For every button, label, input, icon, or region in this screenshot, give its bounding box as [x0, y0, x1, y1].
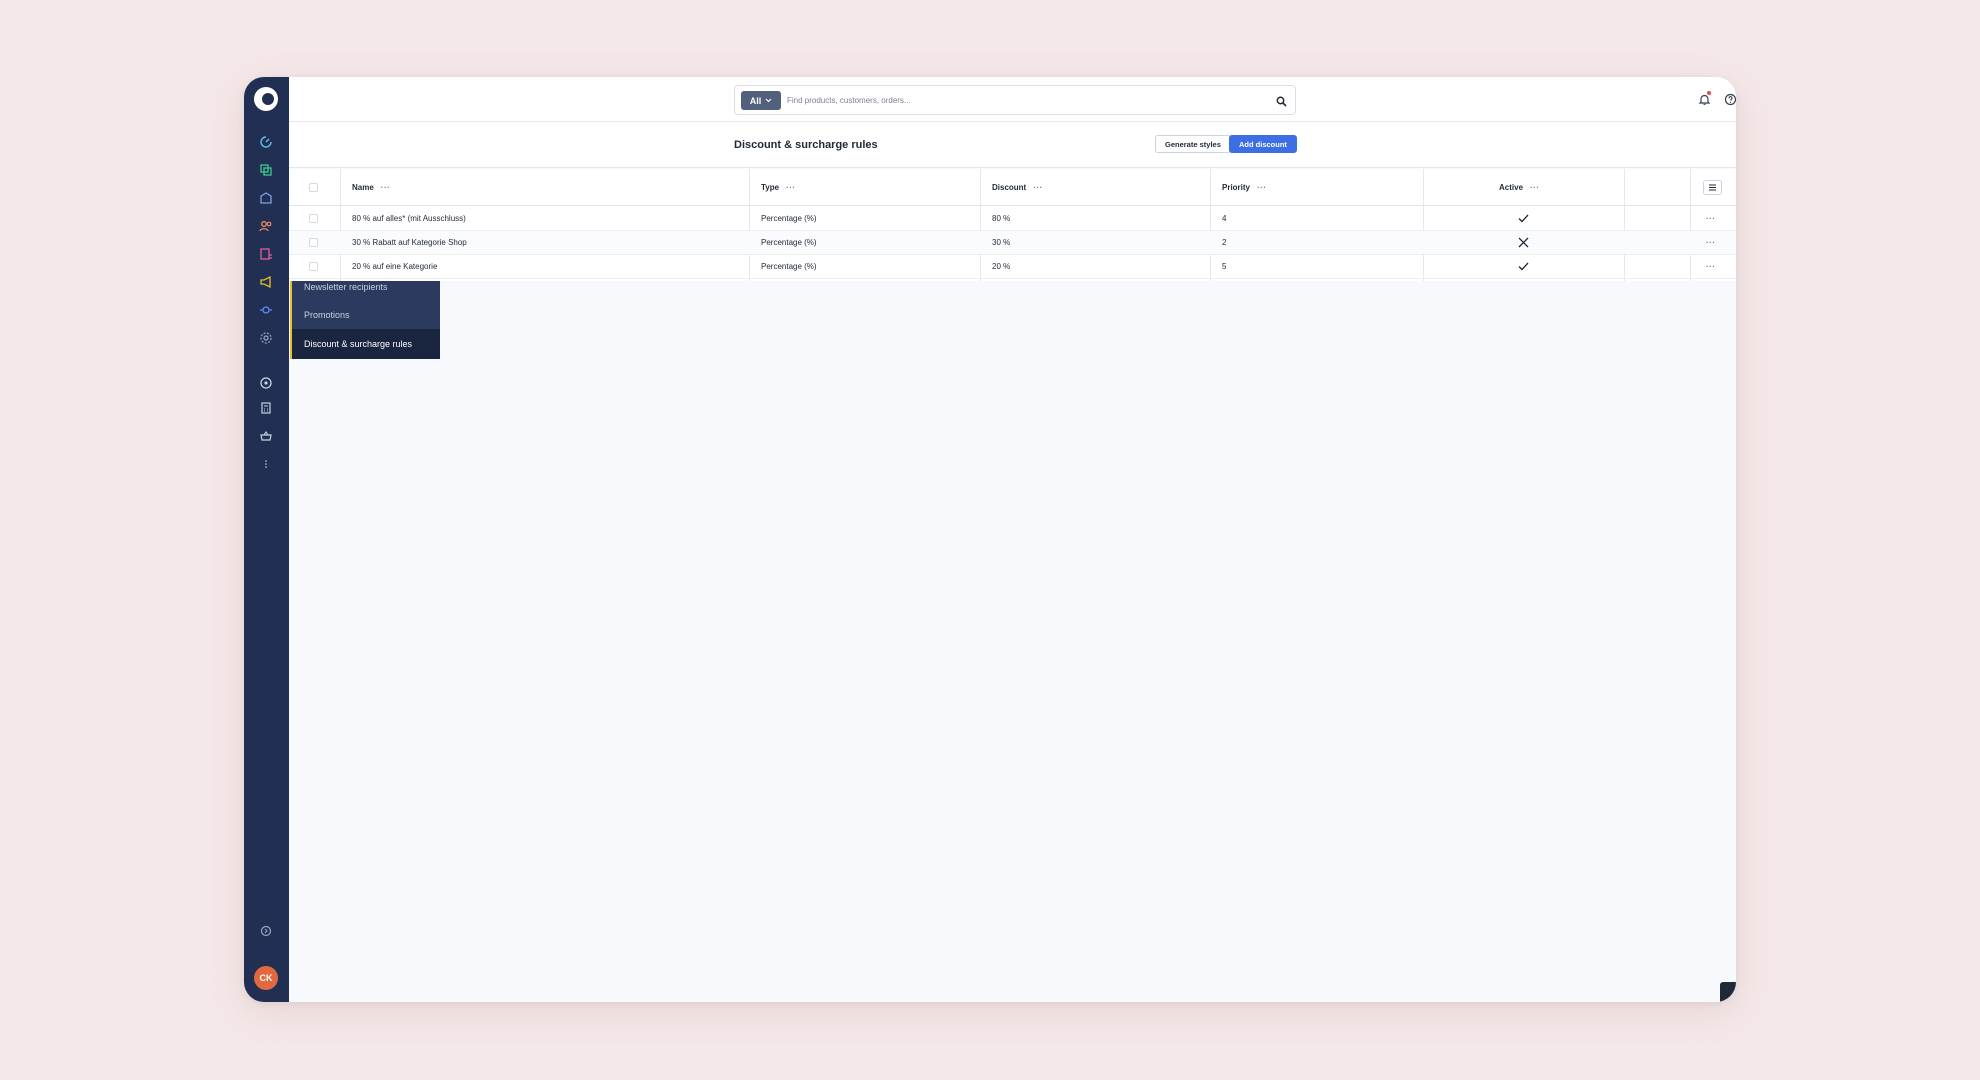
column-header-label: Type — [761, 182, 780, 192]
column-header-label: Active — [1499, 182, 1524, 192]
cell-priority: 4 — [1222, 213, 1227, 223]
cell-name[interactable]: 80 % auf alles* (mit Ausschluss) — [352, 206, 466, 230]
more-vertical-icon[interactable] — [257, 455, 275, 473]
column-options-icon[interactable]: ··· — [1033, 183, 1043, 192]
collapse-sidebar-icon[interactable] — [257, 922, 275, 940]
content-icon[interactable] — [257, 245, 275, 263]
column-header-priority[interactable]: Priority ··· — [1222, 169, 1267, 205]
column-options-icon[interactable]: ··· — [1257, 183, 1267, 192]
cell-priority: 2 — [1222, 238, 1227, 247]
cell-type: Percentage (%) — [761, 213, 817, 223]
extensions-icon[interactable] — [257, 301, 275, 319]
cell-discount: 20 % — [992, 262, 1011, 271]
search-scope-label: All — [749, 95, 762, 106]
chevron-down-icon — [765, 98, 772, 103]
catalogue-icon[interactable] — [257, 161, 275, 179]
active-check-icon — [1518, 255, 1529, 278]
generate-styles-button[interactable]: Generate styles — [1155, 135, 1231, 153]
row-actions-icon[interactable]: ··· — [1706, 206, 1716, 230]
settings-icon[interactable] — [257, 329, 275, 347]
column-header-label: Discount — [992, 182, 1027, 192]
cell-type: Percentage (%) — [761, 262, 817, 271]
corner-widget-icon[interactable] — [1720, 982, 1736, 1002]
table-row[interactable]: 20 % auf eine Kategorie Percentage (%) 2… — [289, 255, 1736, 279]
page-header: Discount & surcharge rules Generate styl… — [289, 122, 1736, 168]
flyout-item-discount-surcharge-rules[interactable]: Discount & surcharge rules — [292, 329, 440, 359]
app-window: CK Newsletter recipients Promotions Disc… — [244, 77, 1736, 1002]
top-bar: All — [289, 77, 1736, 122]
row-checkbox[interactable] — [309, 262, 318, 271]
column-header-label: Priority — [1222, 182, 1251, 192]
cell-name[interactable]: 20 % auf eine Kategorie — [352, 255, 437, 278]
marketing-icon[interactable] — [257, 273, 275, 291]
column-header-type[interactable]: Type ··· — [761, 169, 796, 205]
table-header-row: Name ··· Type ··· Discount ··· Priority ··· … — [289, 169, 1736, 206]
inactive-x-icon — [1518, 231, 1529, 254]
column-header-label: Name — [352, 182, 374, 192]
row-actions-icon[interactable]: ··· — [1706, 231, 1716, 254]
cell-name[interactable]: 30 % Rabatt auf Kategorie Shop — [352, 231, 467, 254]
add-circle-icon[interactable] — [257, 374, 275, 392]
flyout-item-promotions[interactable]: Promotions — [292, 301, 440, 329]
search-input[interactable] — [787, 91, 1267, 110]
marketing-flyout-menu: Newsletter recipients Promotions Discoun… — [290, 273, 440, 359]
add-discount-button[interactable]: Add discount — [1229, 135, 1297, 153]
row-select-cell — [309, 255, 318, 278]
column-header-discount[interactable]: Discount ··· — [992, 169, 1043, 205]
cell-discount: 80 % — [992, 213, 1011, 223]
column-header-name[interactable]: Name ··· — [352, 169, 390, 205]
menu-lines-icon — [1709, 183, 1716, 191]
search-scope-dropdown[interactable]: All — [741, 91, 781, 110]
customers-icon[interactable] — [257, 217, 275, 235]
dashboard-icon[interactable] — [257, 133, 275, 151]
column-options-icon[interactable]: ··· — [1530, 183, 1540, 192]
select-all-checkbox[interactable] — [309, 182, 318, 192]
shopware-logo[interactable] — [254, 87, 278, 111]
page-title: Discount & surcharge rules — [734, 139, 878, 151]
table-row[interactable]: 30 % Rabatt auf Kategorie Shop Percentag… — [289, 231, 1736, 255]
global-search: All — [734, 85, 1296, 115]
row-checkbox[interactable] — [309, 213, 318, 223]
notifications-bell-icon[interactable] — [1696, 91, 1712, 107]
calculator-icon[interactable] — [257, 399, 275, 417]
row-actions-icon[interactable]: ··· — [1706, 255, 1716, 278]
column-options-icon[interactable]: ··· — [786, 183, 796, 192]
table-row[interactable]: 80 % auf alles* (mit Ausschluss) Percent… — [289, 206, 1736, 231]
row-select-cell — [309, 206, 318, 230]
help-icon[interactable] — [1722, 91, 1736, 107]
row-checkbox[interactable] — [309, 238, 318, 247]
column-header-active[interactable]: Active ··· — [1499, 169, 1540, 205]
column-settings-cell — [1703, 169, 1722, 205]
discount-rules-table: Name ··· Type ··· Discount ··· Priority ··· … — [289, 169, 1736, 281]
row-select-cell — [309, 231, 318, 254]
notification-dot — [1707, 91, 1711, 95]
basket-icon[interactable] — [257, 427, 275, 445]
sidebar: CK — [244, 77, 289, 1002]
cell-discount: 30 % — [992, 238, 1011, 247]
active-check-icon — [1518, 206, 1529, 230]
column-options-icon[interactable]: ··· — [381, 183, 391, 192]
column-settings-button[interactable] — [1703, 179, 1722, 195]
select-all-cell — [309, 169, 318, 205]
user-avatar[interactable]: CK — [254, 966, 278, 990]
cell-type: Percentage (%) — [761, 238, 817, 247]
orders-icon[interactable] — [257, 189, 275, 207]
search-icon[interactable] — [1276, 94, 1287, 112]
cell-priority: 5 — [1222, 262, 1227, 271]
